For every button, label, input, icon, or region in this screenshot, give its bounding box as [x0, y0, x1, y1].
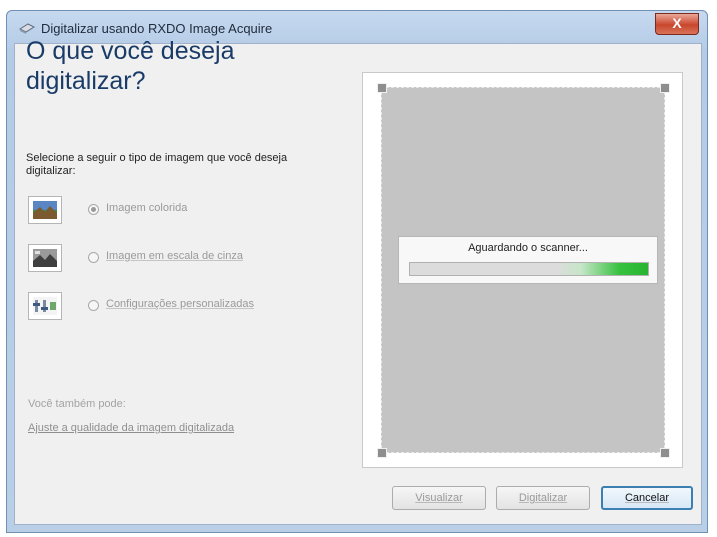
crop-handle-top-left[interactable] — [377, 83, 387, 93]
window-title: Digitalizar usando RXDO Image Acquire — [41, 21, 273, 36]
scan-button-label: Digitalizar — [518, 492, 568, 504]
custom-settings-radio[interactable] — [88, 300, 99, 311]
preview-button-label: Visualizar — [415, 492, 463, 504]
color-picture-radio[interactable] — [88, 204, 99, 215]
option-color-picture[interactable]: Imagem colorida — [28, 196, 358, 226]
scanner-progress-bar — [409, 262, 649, 276]
adjust-quality-link[interactable]: Ajuste a qualidade da imagem digitalizad… — [28, 422, 234, 434]
cancel-button[interactable]: Cancelar — [601, 486, 693, 510]
custom-settings-label[interactable]: Configurações personalizadas — [106, 298, 254, 310]
color-picture-label[interactable]: Imagem colorida — [106, 202, 187, 214]
instructions-text: Selecione a seguir o tipo de imagem que … — [26, 152, 288, 177]
page-title: O que você deseja digitalizar? — [26, 37, 235, 95]
also-text: Você também pode: — [28, 398, 126, 410]
custom-settings-icon — [28, 292, 62, 320]
scanner-status-text: Aguardando o scanner... — [468, 242, 588, 254]
cancel-button-label: Cancelar — [624, 492, 670, 504]
crop-handle-bottom-left[interactable] — [377, 448, 387, 458]
progress-fill — [410, 263, 648, 275]
grayscale-picture-icon — [28, 244, 62, 272]
grayscale-picture-label[interactable]: Imagem em escala de cinza — [106, 250, 243, 262]
option-grayscale-picture[interactable]: Imagem em escala de cinza — [28, 244, 358, 274]
scanner-app-icon — [18, 22, 36, 34]
crop-handle-top-right[interactable] — [660, 83, 670, 93]
preview-button[interactable]: Visualizar — [392, 486, 486, 510]
option-custom-settings[interactable]: Configurações personalizadas — [28, 292, 358, 322]
close-button[interactable]: X — [655, 13, 699, 35]
scanner-status-box: Aguardando o scanner... — [398, 236, 658, 284]
grayscale-picture-radio[interactable] — [88, 252, 99, 263]
crop-handle-bottom-right[interactable] — [660, 448, 670, 458]
scan-button[interactable]: Digitalizar — [496, 486, 590, 510]
color-picture-icon — [28, 196, 62, 224]
